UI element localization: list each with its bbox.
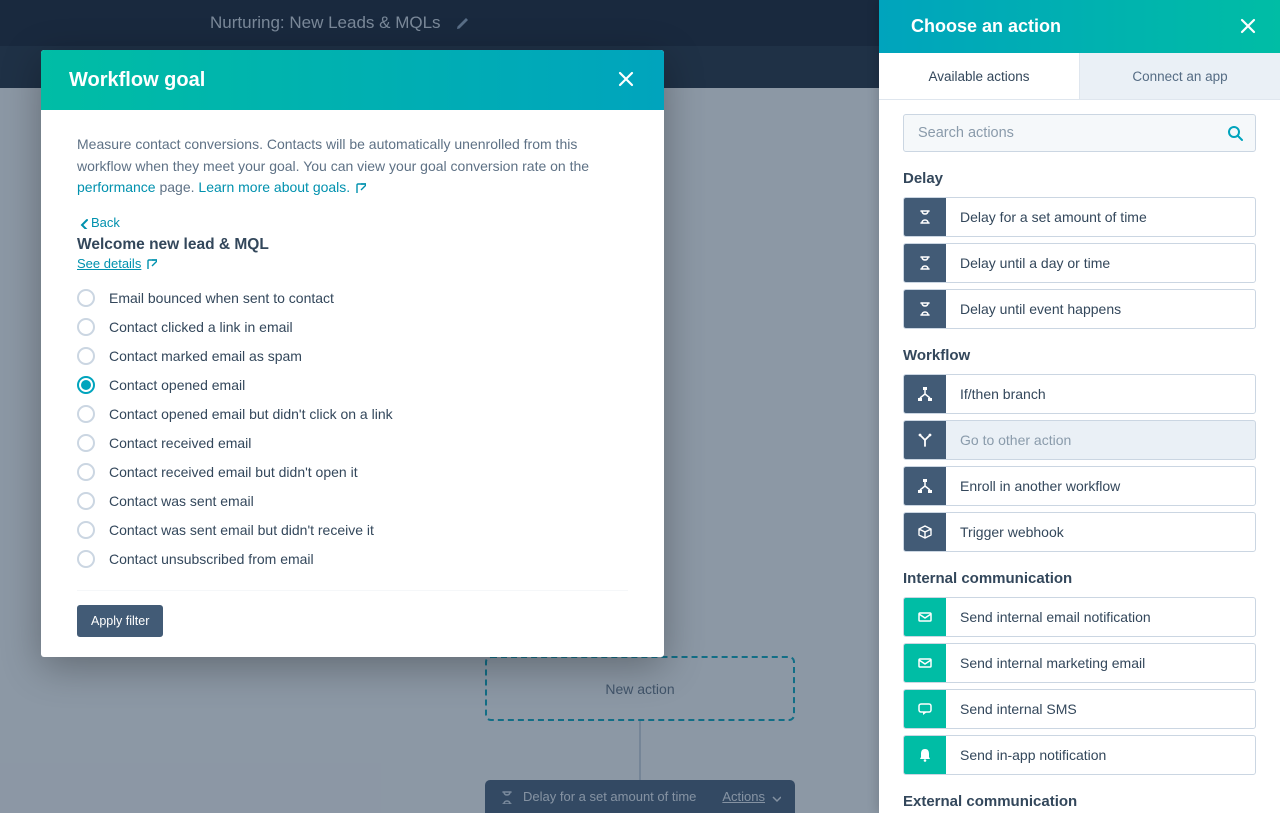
- apply-filter-button[interactable]: Apply filter: [77, 605, 163, 637]
- modal-header: Workflow goal: [41, 50, 664, 110]
- goal-radio-0[interactable]: Email bounced when sent to contact: [77, 289, 628, 307]
- radio-label: Contact clicked a link in email: [109, 319, 293, 335]
- radio-label: Contact was sent email: [109, 493, 254, 509]
- bell-icon: [904, 736, 946, 774]
- action-delay-event[interactable]: Delay until event happens: [903, 289, 1256, 329]
- hourglass-icon: [904, 290, 946, 328]
- radio-label: Contact opened email but didn't click on…: [109, 406, 393, 422]
- action-internal-sms[interactable]: Send internal SMS: [903, 689, 1256, 729]
- learn-more-link[interactable]: Learn more about goals.: [198, 179, 366, 195]
- panel-close-button[interactable]: [1240, 18, 1258, 36]
- branch-icon: [904, 467, 946, 505]
- workflow-goal-modal: Workflow goal Measure contact conversion…: [41, 50, 664, 657]
- action-internal-email[interactable]: Send internal email notification: [903, 597, 1256, 637]
- panel-title: Choose an action: [911, 16, 1061, 37]
- chevron-left-icon: [77, 217, 89, 229]
- category-internal-communication: Internal communication: [903, 570, 1256, 587]
- radio-circle: [77, 550, 95, 568]
- panel-tabs: Available actions Connect an app: [879, 53, 1280, 100]
- radio-circle: [77, 463, 95, 481]
- radio-circle: [77, 405, 95, 423]
- goal-radio-6[interactable]: Contact received email but didn't open i…: [77, 463, 628, 481]
- modal-title: Workflow goal: [69, 69, 205, 92]
- action-panel: Choose an action Available actions Conne…: [879, 0, 1280, 813]
- action-delay-day-time[interactable]: Delay until a day or time: [903, 243, 1256, 283]
- search-icon: [1227, 125, 1243, 141]
- goal-radio-8[interactable]: Contact was sent email but didn't receiv…: [77, 521, 628, 539]
- goal-radio-9[interactable]: Contact unsubscribed from email: [77, 550, 628, 568]
- radio-circle: [77, 289, 95, 307]
- goal-radio-3[interactable]: Contact opened email: [77, 376, 628, 394]
- action-if-then-branch[interactable]: If/then branch: [903, 374, 1256, 414]
- radio-circle: [77, 492, 95, 510]
- radio-circle: [77, 521, 95, 539]
- back-link[interactable]: Back: [77, 215, 120, 230]
- external-link-icon: [145, 257, 157, 269]
- action-internal-marketing-email[interactable]: Send internal marketing email: [903, 643, 1256, 683]
- goal-criteria-radios: Email bounced when sent to contact Contac…: [77, 289, 628, 568]
- action-enroll-workflow[interactable]: Enroll in another workflow: [903, 466, 1256, 506]
- tab-connect-app[interactable]: Connect an app: [1079, 53, 1280, 99]
- radio-label: Contact was sent email but didn't receiv…: [109, 522, 374, 538]
- modal-close-button[interactable]: [618, 71, 636, 89]
- category-delay: Delay: [903, 170, 1256, 187]
- goal-radio-2[interactable]: Contact marked email as spam: [77, 347, 628, 365]
- action-go-to-other[interactable]: Go to other action: [903, 420, 1256, 460]
- radio-circle: [77, 347, 95, 365]
- cube-icon: [904, 513, 946, 551]
- radio-label: Email bounced when sent to contact: [109, 290, 334, 306]
- goal-radio-4[interactable]: Contact opened email but didn't click on…: [77, 405, 628, 423]
- search-actions[interactable]: [903, 114, 1256, 152]
- mail-icon: [904, 644, 946, 682]
- radio-label: Contact opened email: [109, 377, 245, 393]
- tab-available-actions[interactable]: Available actions: [879, 53, 1079, 99]
- hourglass-icon: [904, 244, 946, 282]
- hourglass-icon: [904, 198, 946, 236]
- goal-radio-1[interactable]: Contact clicked a link in email: [77, 318, 628, 336]
- goal-name: Welcome new lead & MQL: [77, 236, 628, 254]
- goal-radio-5[interactable]: Contact received email: [77, 434, 628, 452]
- goal-radio-7[interactable]: Contact was sent email: [77, 492, 628, 510]
- category-workflow: Workflow: [903, 347, 1256, 364]
- radio-label: Contact unsubscribed from email: [109, 551, 314, 567]
- radio-label: Contact marked email as spam: [109, 348, 302, 364]
- radio-label: Contact received email: [109, 435, 251, 451]
- see-details-link[interactable]: See details: [77, 256, 157, 271]
- radio-label: Contact received email but didn't open i…: [109, 464, 358, 480]
- action-delay-set-amount[interactable]: Delay for a set amount of time: [903, 197, 1256, 237]
- panel-header: Choose an action: [879, 0, 1280, 53]
- performance-link[interactable]: performance: [77, 179, 156, 195]
- mail-icon: [904, 598, 946, 636]
- modal-description: Measure contact conversions. Contacts wi…: [77, 134, 628, 199]
- category-external-communication: External communication: [903, 793, 1256, 810]
- search-input[interactable]: [916, 124, 1227, 142]
- merge-icon: [904, 421, 946, 459]
- radio-circle: [77, 318, 95, 336]
- action-trigger-webhook[interactable]: Trigger webhook: [903, 512, 1256, 552]
- branch-icon: [904, 375, 946, 413]
- radio-circle: [77, 434, 95, 452]
- action-in-app-notification[interactable]: Send in-app notification: [903, 735, 1256, 775]
- radio-circle: [77, 376, 95, 394]
- sms-icon: [904, 690, 946, 728]
